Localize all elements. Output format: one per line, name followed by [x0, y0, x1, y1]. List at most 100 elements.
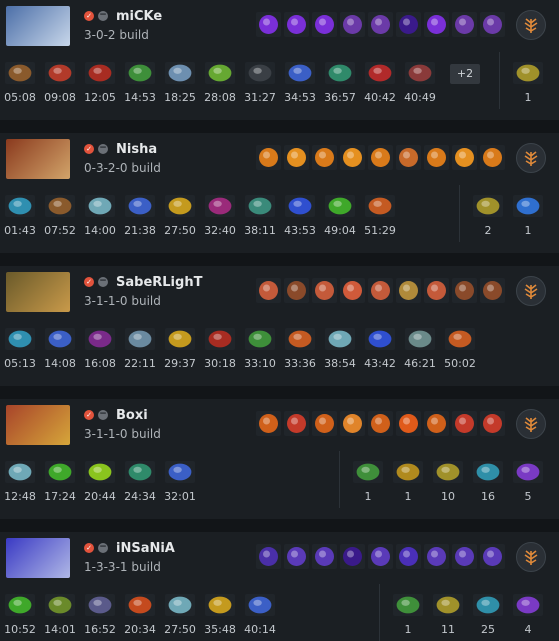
rapier-icon[interactable]: [405, 62, 435, 84]
talent-tree-icon[interactable]: [516, 143, 546, 173]
neutral-purple-icon[interactable]: [513, 594, 543, 616]
armlet-icon[interactable]: [125, 594, 155, 616]
lance-icon[interactable]: [125, 62, 155, 84]
bottle-icon[interactable]: [5, 195, 35, 217]
neutral-teal-icon[interactable]: [473, 461, 503, 483]
walrus-punch-icon[interactable]: [396, 411, 421, 436]
tag-team-icon[interactable]: [340, 411, 365, 436]
astral-step-icon[interactable]: [396, 544, 421, 569]
inner-beast-icon[interactable]: [340, 278, 365, 303]
moon-glaive-icon[interactable]: [368, 12, 393, 37]
neutral-blue-icon[interactable]: [513, 195, 543, 217]
lucent-beam-icon[interactable]: [424, 12, 449, 37]
fissure-icon[interactable]: [340, 145, 365, 170]
fissure-icon[interactable]: [480, 145, 505, 170]
gauntlet-icon[interactable]: [245, 594, 275, 616]
mask-icon[interactable]: [165, 62, 195, 84]
call-of-wild-icon[interactable]: [480, 278, 505, 303]
player-name[interactable]: miCKe: [116, 9, 162, 24]
ice-shards-icon[interactable]: [368, 411, 393, 436]
boots-icon[interactable]: [45, 195, 75, 217]
moon-glaive-icon[interactable]: [452, 12, 477, 37]
fissure-icon[interactable]: [452, 145, 477, 170]
armlet-icon[interactable]: [85, 62, 115, 84]
orb-icon[interactable]: [205, 195, 235, 217]
wild-axes-icon[interactable]: [312, 278, 337, 303]
fissure-icon[interactable]: [312, 145, 337, 170]
snowball-icon[interactable]: [452, 411, 477, 436]
ice-shards-icon[interactable]: [256, 411, 281, 436]
dissimilate-icon[interactable]: [452, 544, 477, 569]
daedalus-icon[interactable]: [245, 62, 275, 84]
boots-icon[interactable]: [5, 62, 35, 84]
wand-icon[interactable]: [365, 328, 395, 350]
neutral-gold-icon[interactable]: [433, 461, 463, 483]
boots-green-icon[interactable]: [5, 594, 35, 616]
neutral-teal-icon[interactable]: [473, 594, 503, 616]
enchant-totem-icon[interactable]: [396, 145, 421, 170]
dagon-icon[interactable]: [165, 461, 195, 483]
cuirass-icon[interactable]: [245, 195, 275, 217]
neutral-gold-icon[interactable]: [473, 195, 503, 217]
neutral-green-icon[interactable]: [353, 461, 383, 483]
dissimilate-icon[interactable]: [480, 544, 505, 569]
slipper-icon[interactable]: [365, 195, 395, 217]
lucent-beam-icon[interactable]: [256, 12, 281, 37]
blade-icon[interactable]: [125, 461, 155, 483]
sabre-icon[interactable]: [85, 328, 115, 350]
talent-tree-icon[interactable]: [516, 409, 546, 439]
snowball-icon[interactable]: [480, 411, 505, 436]
lucent-beam-icon[interactable]: [284, 12, 309, 37]
boots-green-icon[interactable]: [45, 461, 75, 483]
shard-icon[interactable]: [85, 594, 115, 616]
talent-tree-icon[interactable]: [516, 10, 546, 40]
talent-tree-icon[interactable]: [516, 542, 546, 572]
cloak-icon[interactable]: [45, 594, 75, 616]
axe-icon[interactable]: [85, 195, 115, 217]
player-name[interactable]: SabeRLighT: [116, 275, 202, 290]
axe-icon[interactable]: [5, 461, 35, 483]
player-name[interactable]: iNSaNiA: [116, 541, 175, 556]
resonant-pulse-icon[interactable]: [340, 544, 365, 569]
butterfly-icon[interactable]: [205, 62, 235, 84]
lucent-beam-icon[interactable]: [312, 12, 337, 37]
dagon-icon[interactable]: [125, 195, 155, 217]
claw-icon[interactable]: [165, 195, 195, 217]
wild-axes-icon[interactable]: [256, 278, 281, 303]
eclipse-icon[interactable]: [396, 12, 421, 37]
more-items-badge[interactable]: +2: [450, 64, 480, 84]
aether-remnant-icon[interactable]: [256, 544, 281, 569]
ice-shards-icon[interactable]: [312, 411, 337, 436]
ice-shards-icon[interactable]: [424, 411, 449, 436]
neutral-green-icon[interactable]: [393, 594, 423, 616]
bottle-icon[interactable]: [5, 328, 35, 350]
spear-icon[interactable]: [405, 328, 435, 350]
satanic-icon[interactable]: [365, 62, 395, 84]
wand-icon[interactable]: [285, 195, 315, 217]
armlet-icon[interactable]: [205, 328, 235, 350]
axe-icon[interactable]: [165, 594, 195, 616]
wild-axes-icon[interactable]: [424, 278, 449, 303]
dissimilate-icon[interactable]: [312, 544, 337, 569]
dissimilate-icon[interactable]: [368, 544, 393, 569]
call-of-wild-icon[interactable]: [452, 278, 477, 303]
blade-icon[interactable]: [325, 62, 355, 84]
snowball-icon[interactable]: [284, 411, 309, 436]
claw-icon[interactable]: [205, 594, 235, 616]
axe-icon[interactable]: [325, 328, 355, 350]
moon-glaive-icon[interactable]: [480, 12, 505, 37]
neutral-purple-icon[interactable]: [513, 461, 543, 483]
lance-icon[interactable]: [245, 328, 275, 350]
crossed-icon[interactable]: [285, 328, 315, 350]
skadi-icon[interactable]: [285, 62, 315, 84]
fissure-icon[interactable]: [368, 145, 393, 170]
talent-tree-icon[interactable]: [516, 276, 546, 306]
moon-glaive-icon[interactable]: [340, 12, 365, 37]
neutral-gold-icon[interactable]: [513, 62, 543, 84]
player-name[interactable]: Boxi: [116, 408, 148, 423]
orb-green-icon[interactable]: [85, 461, 115, 483]
neutral-horn-icon[interactable]: [393, 461, 423, 483]
helm-icon[interactable]: [125, 328, 155, 350]
dissimilate-icon[interactable]: [424, 544, 449, 569]
player-name[interactable]: Nisha: [116, 142, 157, 157]
